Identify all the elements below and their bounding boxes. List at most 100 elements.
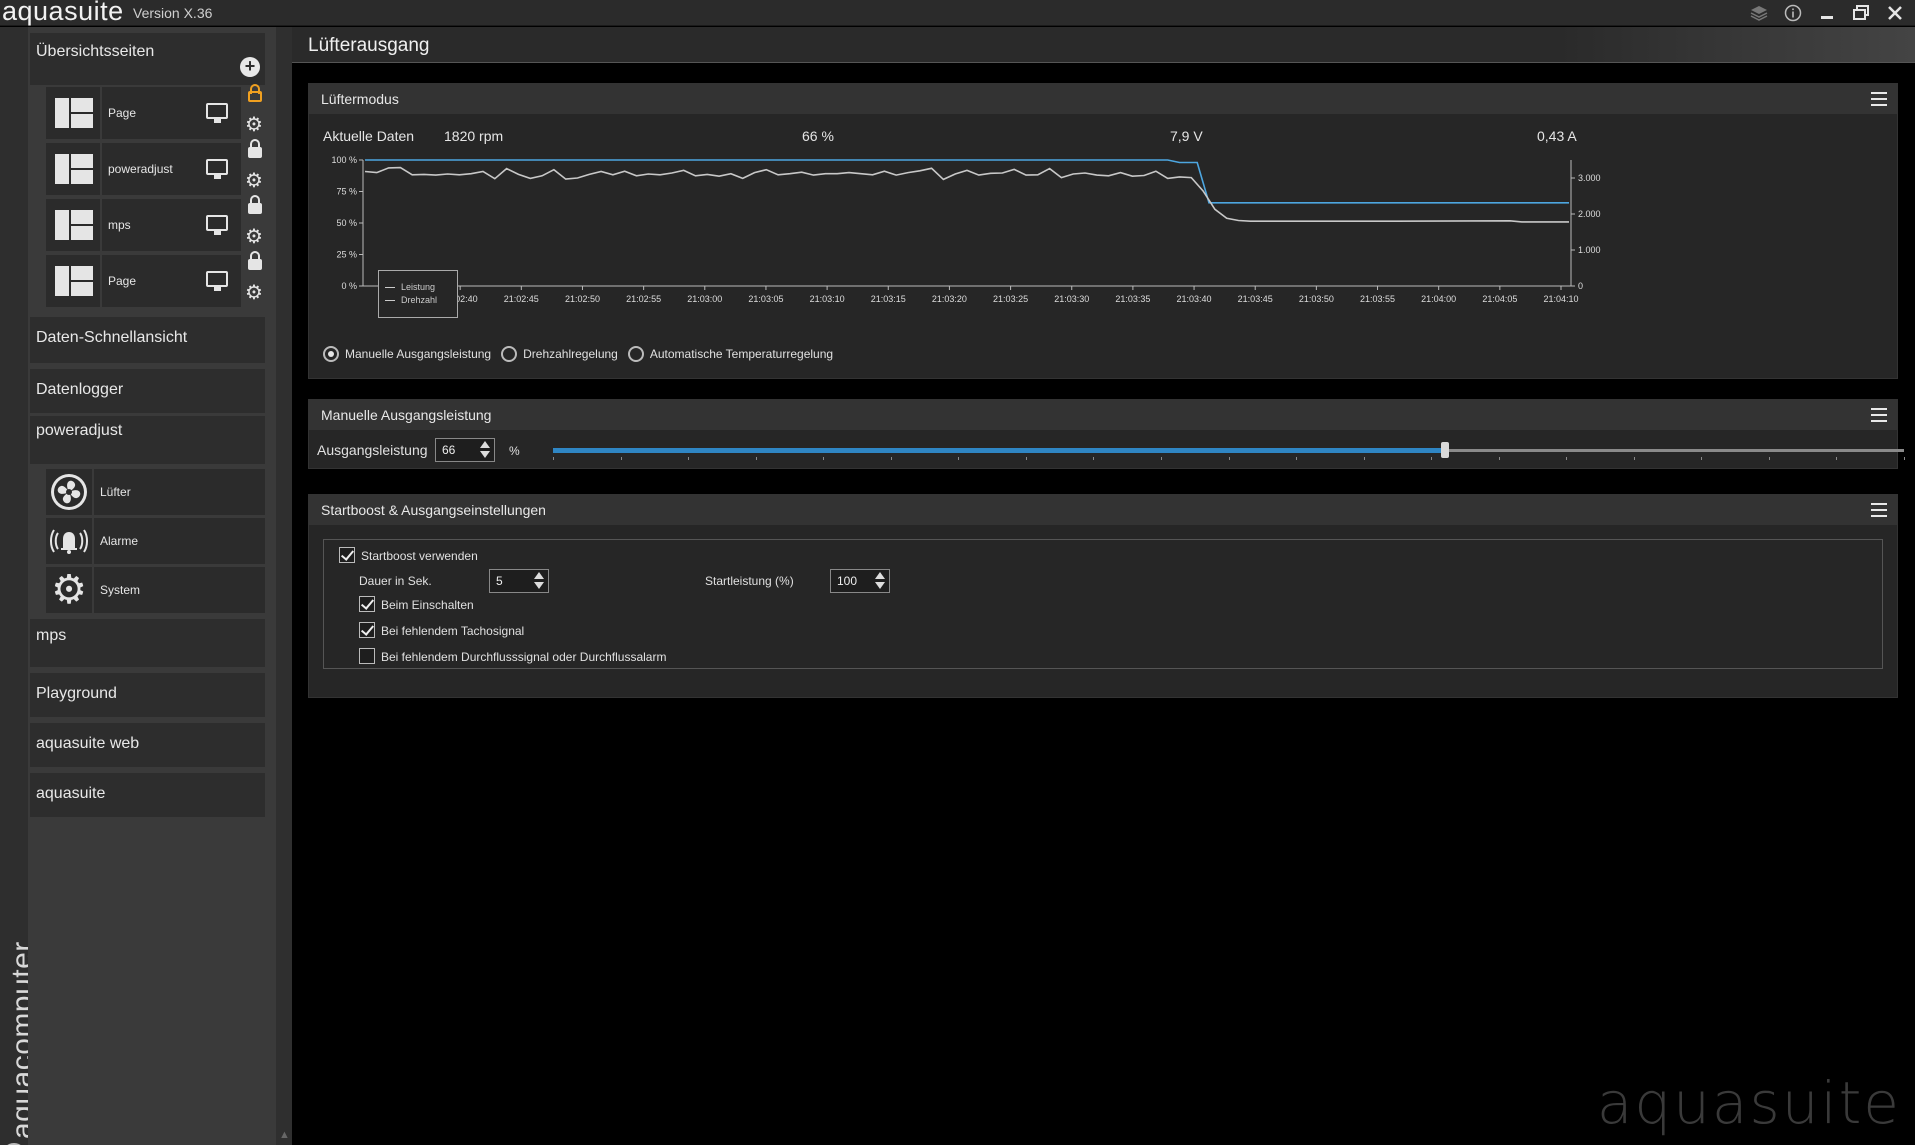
x-tick-label: 21:02:50	[565, 294, 600, 304]
x-tick-label: 21:03:10	[810, 294, 845, 304]
radio-button[interactable]	[501, 346, 518, 362]
minimize-icon[interactable]	[1815, 1, 1839, 25]
lock-icon[interactable]	[248, 139, 262, 158]
sidebar-subitem-alarms[interactable]: Alarme	[46, 518, 265, 564]
sidebar-item-playground[interactable]: Playground	[30, 673, 265, 717]
slider-tick	[1363, 457, 1365, 460]
fan-mode-panel: Lüftermodus Aktuelle Daten 1820 rpm 66 %…	[308, 83, 1898, 379]
title-bar: aquasuite Version X.36	[0, 0, 1915, 26]
sidebar-item-aquasuite-web[interactable]: aquasuite web	[30, 723, 265, 767]
panel-title: Lüftermodus	[321, 91, 399, 107]
slider-tick	[688, 457, 690, 460]
current-data-label: Aktuelle Daten	[323, 128, 415, 144]
sidebar-item-datalogger[interactable]: Datenlogger	[30, 369, 265, 413]
start-power-value: 100	[837, 574, 858, 588]
lock-icon[interactable]	[248, 195, 262, 214]
on-power-on-checkbox[interactable]	[359, 596, 375, 612]
panel-title: Manuelle Ausgangsleistung	[321, 407, 492, 423]
sidebar-subitem-fan[interactable]: Lüfter	[46, 469, 265, 515]
window-controls	[1747, 1, 1907, 25]
slider-fill	[553, 448, 1445, 453]
panel-header: Startboost & Ausgangseinstellungen	[309, 495, 1897, 525]
brand-strip: aquacomputer	[0, 27, 39, 1145]
monitor-icon[interactable]	[206, 215, 228, 235]
slider-tick	[620, 457, 622, 460]
current-amperage: 0,43 A	[1537, 128, 1577, 144]
monitor-icon[interactable]	[206, 159, 228, 179]
fan-mode-radio-group: Manuelle Ausgangsleistung Drehzahlregelu…	[323, 346, 843, 362]
radio-manual-output[interactable]: Manuelle Ausgangsleistung	[323, 346, 491, 362]
page-entry[interactable]: Page ⚙	[46, 84, 265, 139]
duration-stepper[interactable]: 5	[489, 569, 549, 593]
add-page-icon[interactable]: +	[240, 57, 260, 77]
duration-label: Dauer in Sek.	[359, 574, 432, 588]
monitor-icon[interactable]	[206, 103, 228, 123]
left-tick-label: 50 %	[336, 218, 357, 228]
radio-button[interactable]	[323, 346, 339, 362]
right-tick-label: 3.000	[1578, 173, 1601, 183]
legend-label: Drehzahl	[401, 295, 438, 305]
panel-title: Startboost & Ausgangseinstellungen	[321, 502, 546, 518]
slider-thumb[interactable]	[1440, 442, 1449, 458]
stepper-arrows-icon[interactable]	[479, 441, 491, 459]
output-power-label: Ausgangsleistung	[317, 442, 428, 458]
monitor-icon[interactable]	[206, 271, 228, 291]
output-power-stepper[interactable]: 66	[435, 438, 495, 462]
restore-icon[interactable]	[1849, 1, 1873, 25]
slider-tick	[755, 457, 757, 460]
close-icon[interactable]	[1883, 1, 1907, 25]
unlocked-icon[interactable]	[248, 84, 262, 102]
stepper-arrows-icon[interactable]	[533, 572, 545, 590]
slider-tick	[1093, 457, 1095, 460]
sidebar-item-quick-view[interactable]: Daten-Schnellansicht	[30, 317, 265, 363]
start-power-label: Startleistung (%)	[705, 574, 794, 588]
slider-tick	[1431, 457, 1433, 460]
layers-icon[interactable]	[1747, 1, 1771, 25]
gear-icon[interactable]: ⚙	[244, 227, 264, 247]
scroll-up-icon[interactable]: ▲	[279, 1129, 290, 1141]
output-power-slider[interactable]	[553, 442, 1904, 458]
sidebar-scrollbar[interactable]: ▲	[276, 27, 292, 1145]
sidebar-item-aquasuite[interactable]: aquasuite	[30, 773, 265, 817]
radio-auto-temperature[interactable]: Automatische Temperaturregelung	[627, 346, 833, 362]
menu-icon[interactable]	[1871, 503, 1887, 517]
x-tick-label: 21:04:10	[1543, 294, 1578, 304]
sidebar-subitem-system[interactable]: ⚙ System	[46, 567, 265, 613]
watermark-logo: aquasuite	[1596, 1069, 1901, 1137]
use-startboost-checkbox[interactable]	[339, 547, 355, 563]
page-entry[interactable]: mps ⚙	[46, 195, 265, 251]
menu-icon[interactable]	[1871, 92, 1887, 106]
lock-icon[interactable]	[248, 251, 262, 270]
info-icon[interactable]	[1781, 1, 1805, 25]
menu-icon[interactable]	[1871, 408, 1887, 422]
gear-icon[interactable]: ⚙	[244, 171, 264, 191]
slider-tick	[823, 457, 825, 460]
radio-speed-control[interactable]: Drehzahlregelung	[501, 346, 618, 362]
start-power-stepper[interactable]: 100	[830, 569, 890, 593]
missing-flow-checkbox[interactable]	[359, 648, 375, 664]
slider-tick	[1296, 457, 1298, 460]
fan-icon	[46, 469, 92, 515]
use-startboost-label: Startboost verwenden	[361, 549, 478, 563]
alarm-icon	[46, 518, 92, 564]
radio-button[interactable]	[627, 346, 644, 362]
x-tick-label: 21:03:25	[993, 294, 1028, 304]
gear-icon[interactable]: ⚙	[244, 283, 264, 303]
current-voltage: 7,9 V	[1170, 128, 1203, 144]
missing-flow-label: Bei fehlendem Durchflusssignal oder Durc…	[381, 650, 667, 664]
x-tick-label: 21:03:20	[932, 294, 967, 304]
sidebar-item-poweradjust[interactable]: poweradjust	[30, 416, 265, 464]
stepper-arrows-icon[interactable]	[874, 572, 886, 590]
sidebar-item-mps[interactable]: mps	[30, 619, 265, 667]
gear-icon[interactable]: ⚙	[244, 115, 264, 135]
output-power-value: 66	[442, 443, 456, 457]
radio-label: Drehzahlregelung	[523, 347, 618, 361]
radio-label: Manuelle Ausgangsleistung	[345, 347, 492, 361]
on-power-on-label: Beim Einschalten	[381, 598, 474, 612]
page-entry[interactable]: poweradjust ⚙	[46, 139, 265, 195]
page-entry[interactable]: Page ⚙	[46, 251, 265, 307]
x-tick-label: 21:03:30	[1054, 294, 1089, 304]
missing-tacho-checkbox[interactable]	[359, 622, 375, 638]
x-tick-label: 21:03:45	[1238, 294, 1273, 304]
sidebar-overview-header[interactable]: Übersichtsseiten	[30, 33, 265, 85]
